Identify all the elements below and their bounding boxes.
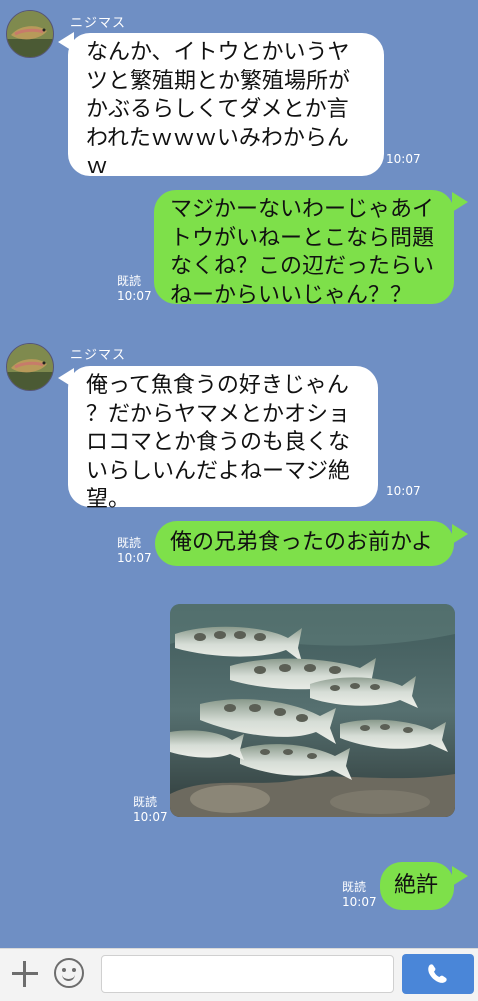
message-line: いらしいんだよねーマジ絶 xyxy=(86,458,351,484)
message-line: 望。 xyxy=(86,487,131,512)
message-line: ツと繁殖期とか繁殖場所が xyxy=(86,68,351,94)
message-line: 俺って魚食うの好きじゃん xyxy=(86,373,349,398)
call-button[interactable] xyxy=(402,954,474,994)
message-line: かぶるらしくてダメとか言 xyxy=(86,97,349,122)
message-input[interactable] xyxy=(101,955,394,993)
sender-name: ニジマス xyxy=(70,348,127,363)
bubble-tail xyxy=(452,192,468,212)
read-receipt: 既読 xyxy=(117,274,142,288)
bubble-tail xyxy=(452,866,468,886)
message-bubble-outgoing[interactable]: マジかーないわーじゃあイ トウがいねーとこなら問題 なくね？この辺だったらい ね… xyxy=(154,190,454,308)
message-line: ロコマとか食うのも良くな xyxy=(86,430,351,455)
sender-name: ニジマス xyxy=(70,16,127,31)
message-bubble-outgoing[interactable]: 俺の兄弟食ったのお前かよ xyxy=(155,521,454,566)
message-line: ｗ xyxy=(86,154,109,179)
message-time: 10:07 xyxy=(117,289,152,303)
smiley-icon[interactable] xyxy=(54,958,84,988)
message-line: ねーからいいじゃん？？ xyxy=(170,282,413,308)
phone-icon xyxy=(428,964,447,983)
read-receipt: 既読 xyxy=(117,536,142,550)
message-line: ？だからヤマメとかオショ xyxy=(86,401,351,427)
trout-school-photo[interactable] xyxy=(170,604,455,817)
message-time: 10:07 xyxy=(342,895,377,909)
avatar-nijimasu[interactable] xyxy=(6,343,54,391)
message-input-bar xyxy=(0,948,478,1001)
read-receipt: 既読 xyxy=(133,795,158,809)
message-bubble-outgoing[interactable]: 絶許 xyxy=(380,862,454,910)
read-receipt: 既読 xyxy=(342,880,367,894)
message-time: 10:07 xyxy=(386,152,421,166)
bubble-tail xyxy=(452,524,468,544)
message-time: 10:07 xyxy=(117,551,152,565)
avatar-nijimasu[interactable] xyxy=(6,10,54,58)
message-bubble-incoming[interactable]: 俺って魚食うの好きじゃん ？だからヤマメとかオショ ロコマとか食うのも良くな い… xyxy=(68,366,378,512)
message-time: 10:07 xyxy=(133,810,168,824)
message-line: なくね？この辺だったらい xyxy=(170,254,435,279)
message-line: われたｗｗｗいみわからん xyxy=(86,125,349,151)
message-line: なんか、イトウとかいうヤ xyxy=(86,40,350,65)
message-time: 10:07 xyxy=(386,484,421,498)
message-bubble-incoming[interactable]: なんか、イトウとかいうヤ ツと繁殖期とか繁殖場所が かぶるらしくてダメとか言 わ… xyxy=(68,33,384,179)
chat-area: ニジマス なんか、イトウとかいうヤ ツと繁殖期とか繁殖場所が かぶるらしくてダメ… xyxy=(0,0,478,948)
plus-icon[interactable] xyxy=(10,959,40,989)
message-line: 俺の兄弟食ったのお前かよ xyxy=(170,530,433,555)
message-line: トウがいねーとこなら問題 xyxy=(170,225,435,251)
message-line: マジかーないわーじゃあイ xyxy=(170,197,435,222)
message-line: 絶許 xyxy=(394,873,439,898)
